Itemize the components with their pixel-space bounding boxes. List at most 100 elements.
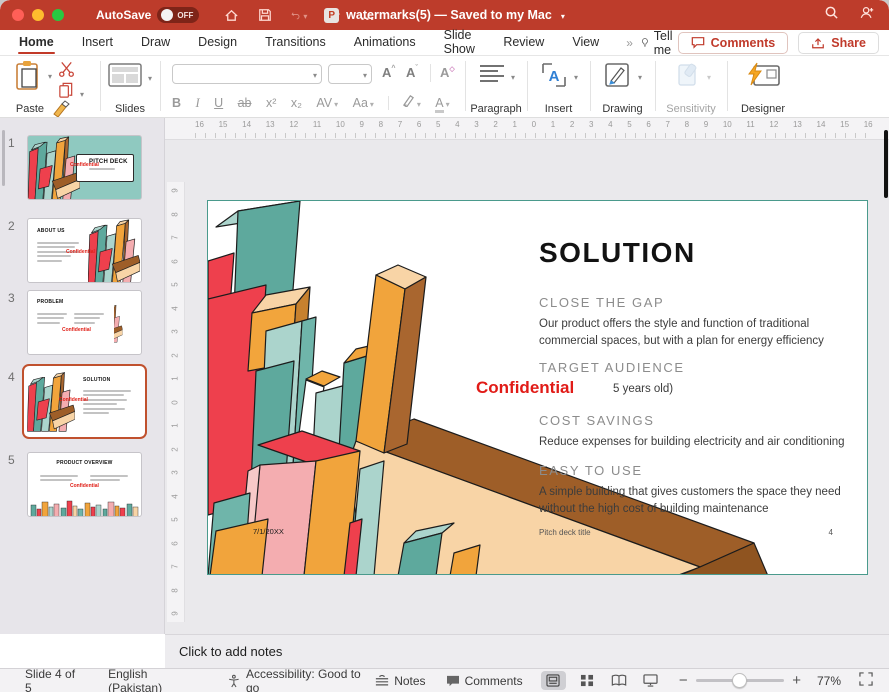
thumbnail-slide-3[interactable]: PROBLEM Confidential [27, 290, 142, 355]
save-icon[interactable] [257, 7, 273, 23]
language-indicator[interactable]: English (Pakistan) [108, 667, 203, 692]
slideshow-view-button[interactable] [637, 671, 663, 690]
thumbnail-slide-2[interactable]: ABOUT US Confidential [27, 218, 142, 283]
paste-button[interactable] [14, 60, 42, 97]
tab-view[interactable]: View [571, 31, 600, 54]
section-body: 5 years old) [539, 381, 845, 398]
slide-number: 1 [8, 136, 26, 150]
zoom-in-button[interactable]: + [792, 672, 801, 689]
cut-icon[interactable] [58, 61, 75, 82]
slide-title[interactable]: SOLUTION [539, 237, 696, 269]
subscript-button[interactable]: x₂ [291, 96, 302, 110]
character-spacing-button[interactable]: AV [316, 96, 338, 110]
paragraph-menu-chevron[interactable] [509, 67, 515, 85]
slide-footer-title[interactable]: Pitch deck title [539, 528, 591, 537]
redo-icon[interactable] [325, 7, 341, 23]
slide-number: 2 [8, 219, 26, 233]
bold-button[interactable]: B [172, 96, 181, 110]
slide-sorter-view-button[interactable] [574, 671, 600, 690]
drawing-button[interactable] [604, 62, 630, 93]
shrink-font-button[interactable]: Aˇ [406, 65, 418, 80]
thumbnail-slide-1[interactable]: PITCH DECK Confidential [27, 135, 142, 200]
reading-view-button[interactable] [606, 671, 632, 690]
tab-transitions[interactable]: Transitions [264, 31, 327, 54]
ruler-number: 3 [171, 470, 180, 474]
fit-to-window-button[interactable] [859, 672, 873, 689]
notes-toggle[interactable]: Notes [375, 674, 425, 688]
tab-design[interactable]: Design [197, 31, 238, 54]
tabs-overflow-chevron[interactable]: » [626, 36, 631, 50]
slide-section[interactable]: EASY TO USE A simple building that gives… [539, 463, 845, 517]
thumbnail-scrollbar[interactable] [2, 130, 5, 186]
drawing-menu-chevron[interactable] [636, 67, 642, 85]
zoom-percentage[interactable]: 77% [817, 674, 841, 688]
ruler-number: 16 [195, 120, 204, 129]
mini-slide-title: SOLUTION [83, 377, 110, 383]
comments-toggle[interactable]: Comments [446, 674, 523, 688]
slide-page-number[interactable]: 4 [829, 528, 833, 537]
tab-draw[interactable]: Draw [140, 31, 171, 54]
zoom-slider[interactable] [696, 679, 785, 682]
copy-menu-chevron[interactable] [78, 84, 84, 102]
thumbnail-slide-4-selected[interactable]: SOLUTION Confidential [22, 364, 147, 439]
zoom-out-button[interactable]: − [679, 672, 688, 689]
paste-menu-chevron[interactable] [46, 66, 52, 84]
ruler-number: 4 [171, 494, 180, 498]
tab-review[interactable]: Review [502, 31, 545, 54]
account-icon[interactable] [859, 5, 875, 25]
normal-view-button[interactable] [541, 671, 567, 690]
strikethrough-button[interactable]: ab [238, 96, 252, 110]
more-commands-icon[interactable]: … [359, 7, 375, 23]
slide-section[interactable]: TARGET AUDIENCE 5 years old) [539, 360, 845, 398]
change-case-button[interactable]: Aa [353, 96, 374, 110]
ruler-number: 11 [746, 120, 754, 129]
fit-slide-icon [859, 672, 873, 686]
designer-button[interactable] [745, 62, 781, 93]
slide-thumbnail-panel: 1 PITCH DECK Confidential 2 ABOUT US Con… [0, 118, 165, 634]
close-window-button[interactable] [12, 9, 24, 21]
thumbnail-slide-5[interactable]: PRODUCT OVERVIEW Confidential [27, 452, 142, 517]
highlight-color-button[interactable] [402, 94, 421, 110]
font-size-combo[interactable] [328, 64, 372, 84]
vertical-scrollbar-thumb[interactable] [884, 130, 888, 198]
tab-home[interactable]: Home [18, 31, 55, 54]
new-slide-button[interactable] [108, 63, 142, 92]
accessibility-checker[interactable]: Accessibility: Good to go [227, 667, 375, 692]
home-icon[interactable] [223, 7, 239, 23]
insert-menu-chevron[interactable] [572, 67, 578, 85]
blocks-art-mini [88, 219, 140, 283]
slide-section[interactable]: CLOSE THE GAP Our product offers the sty… [539, 295, 845, 349]
slide-date[interactable]: 7/1/20XX [253, 527, 284, 536]
minimize-window-button[interactable] [32, 9, 44, 21]
confidential-watermark[interactable]: Confidential [476, 378, 574, 398]
underline-button[interactable]: U [214, 96, 223, 110]
zoom-window-button[interactable] [52, 9, 64, 21]
zoom-slider-knob[interactable] [732, 673, 747, 688]
paragraph-button[interactable] [479, 64, 505, 91]
notes-pane[interactable]: Click to add notes [165, 634, 889, 668]
tab-animations[interactable]: Animations [353, 31, 417, 54]
slides-menu-chevron[interactable] [146, 68, 152, 86]
comments-button[interactable]: Comments [678, 32, 789, 54]
title-menu-chevron[interactable] [559, 6, 565, 24]
grow-font-button[interactable]: A^ [382, 65, 395, 80]
section-body: A simple building that gives customers t… [539, 484, 845, 517]
tab-insert[interactable]: Insert [81, 31, 114, 54]
autosave-toggle[interactable]: OFF [157, 7, 199, 23]
insert-text-box-button[interactable]: A [541, 62, 567, 93]
font-color-button[interactable]: A [435, 96, 449, 113]
document-title[interactable]: watermarks(5) — Saved to my Mac [346, 8, 552, 22]
section-heading: EASY TO USE [539, 463, 845, 478]
font-name-combo[interactable] [172, 64, 322, 84]
italic-button[interactable]: I [195, 96, 199, 111]
ruler-number: 3 [474, 120, 478, 129]
share-button[interactable]: Share [798, 32, 879, 54]
superscript-button[interactable]: x² [266, 96, 276, 110]
tell-me[interactable]: Tell me [641, 29, 678, 57]
comment-icon [691, 36, 705, 49]
search-icon[interactable] [824, 5, 839, 25]
clear-formatting-button[interactable]: A◇ [440, 65, 455, 80]
ruler-number: 8 [685, 120, 689, 129]
undo-icon[interactable] [291, 7, 307, 23]
slide-section[interactable]: COST SAVINGS Reduce expenses for buildin… [539, 413, 845, 451]
